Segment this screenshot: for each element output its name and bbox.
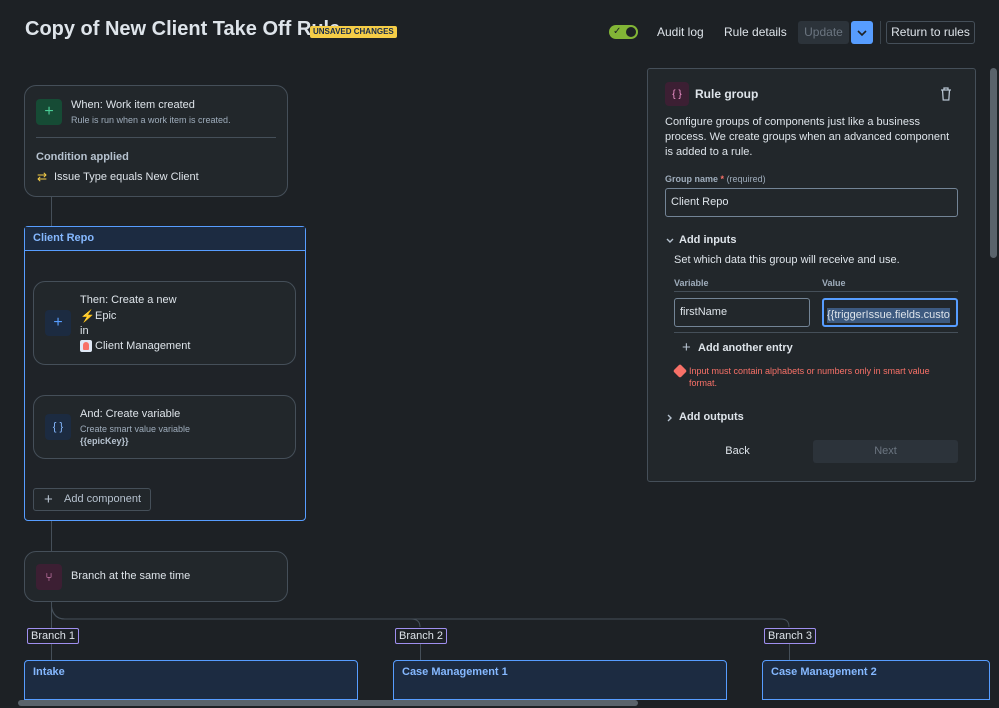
variable-key: {{epicKey}} (80, 436, 129, 446)
value-input-text: {{triggerIssue.fields.custo (827, 308, 950, 323)
braces-icon: { } (45, 414, 71, 440)
value-column-header: Value (822, 278, 846, 288)
rule-details-button[interactable]: Rule details (724, 21, 787, 44)
branch-node-label: Branch at the same time (71, 570, 191, 582)
variable-title: And: Create variable (80, 408, 181, 420)
required-text: (required) (726, 174, 766, 184)
epic-icon: ⚡ (80, 309, 95, 323)
audit-log-button[interactable]: Audit log (657, 21, 704, 44)
add-outputs-toggle[interactable]: Add outputs (665, 410, 745, 426)
create-issue-card[interactable]: + Then: Create a new ⚡ Epic in Client Ma… (33, 281, 296, 365)
trigger-subtitle: Rule is run when a work item is created. (71, 115, 231, 125)
error-icon (672, 363, 688, 379)
header-divider (880, 21, 881, 44)
create-in: in (80, 325, 89, 337)
return-to-rules-button[interactable]: Return to rules (886, 21, 975, 44)
branch-3-box[interactable]: Case Management 2 (762, 660, 990, 700)
create-type: Epic (95, 310, 117, 322)
panel-title: Rule group (695, 87, 759, 101)
group-title: Client Repo (25, 227, 305, 251)
back-button[interactable]: Back (665, 440, 810, 463)
chevron-down-icon (666, 238, 674, 243)
divider (36, 137, 276, 138)
branch-1-box[interactable]: Intake (24, 660, 358, 700)
create-title: Then: Create a new (80, 294, 177, 306)
trigger-card[interactable]: + When: Work item created Rule is run wh… (24, 85, 288, 197)
branch-node-card[interactable]: ⑂ Branch at the same time (24, 551, 288, 602)
plus-icon: + (36, 99, 62, 125)
branch-2-box[interactable]: Case Management 1 (393, 660, 727, 700)
update-dropdown-button[interactable] (851, 21, 873, 44)
panel-description: process. We create groups when an advanc… (665, 131, 950, 143)
add-inputs-label: Add inputs (679, 234, 737, 246)
variable-input[interactable]: firstName (674, 298, 810, 327)
rule-group-panel: { } Rule group Configure groups of compo… (647, 68, 976, 482)
add-inputs-toggle[interactable]: Add inputs (665, 233, 745, 249)
chevron-down-icon (857, 30, 867, 37)
variable-subtitle: Create smart value variable (80, 424, 191, 434)
braces-icon: { } (665, 82, 689, 106)
create-project: Client Management (95, 340, 191, 352)
error-message: Input must contain alphabets or numbers … (689, 366, 930, 376)
add-component-label: Add component (64, 493, 142, 505)
group-name-label: Group name * (required) (665, 174, 766, 184)
group-name-label-text: Group name (665, 174, 719, 184)
branch-icon: ⑂ (36, 564, 62, 590)
next-button[interactable]: Next (813, 440, 958, 463)
branch-tag-2: Branch 2 (395, 628, 448, 644)
condition-icon: ⇄ (37, 170, 48, 184)
table-divider (674, 332, 958, 333)
add-another-entry-label: Add another entry (698, 342, 793, 354)
connector-line (51, 521, 52, 551)
condition-label: Condition applied (36, 151, 129, 163)
plus-icon: + (45, 310, 71, 336)
trigger-title: When: Work item created (71, 99, 195, 111)
trash-icon[interactable] (938, 85, 954, 103)
table-divider (674, 291, 958, 292)
add-another-entry-button[interactable]: + Add another entry (682, 339, 793, 358)
update-button[interactable]: Update (798, 21, 849, 44)
panel-description: Configure groups of components just like… (665, 116, 920, 128)
inputs-help-text: Set which data this group will receive a… (674, 254, 900, 266)
plus-icon: + (44, 491, 53, 508)
value-input[interactable]: {{triggerIssue.fields.custo (822, 298, 958, 327)
chevron-right-icon (667, 414, 672, 422)
error-message: format. (689, 378, 718, 388)
required-star: * (720, 174, 725, 184)
add-outputs-label: Add outputs (679, 411, 744, 423)
create-variable-card[interactable]: { } And: Create variable Create smart va… (33, 395, 296, 459)
toggle-knob (626, 27, 636, 37)
rule-group-client-repo[interactable]: Client Repo (24, 226, 306, 521)
variable-column-header: Variable (674, 278, 709, 288)
panel-description: is added to a rule. (665, 146, 753, 158)
vertical-scrollbar[interactable] (990, 68, 997, 258)
connector-line (789, 644, 790, 660)
group-name-input[interactable]: Client Repo (665, 188, 958, 217)
unsaved-changes-badge: UNSAVED CHANGES (310, 26, 397, 38)
connector-line (51, 196, 52, 227)
branch-tag-1: Branch 1 (27, 628, 80, 644)
branch-tag-3: Branch 3 (764, 628, 817, 644)
condition-text: Issue Type equals New Client (54, 171, 199, 183)
plus-icon: + (682, 339, 691, 356)
add-component-button[interactable]: + Add component (33, 488, 151, 511)
horizontal-scrollbar[interactable] (18, 700, 638, 706)
page-title: Copy of New Client Take Off Rule (25, 18, 341, 40)
branch-connectors (51, 601, 790, 628)
check-icon: ✓ (613, 26, 622, 37)
project-avatar-icon (80, 340, 92, 352)
rule-enabled-toggle[interactable]: ✓ (609, 25, 638, 39)
connector-line (420, 644, 421, 660)
